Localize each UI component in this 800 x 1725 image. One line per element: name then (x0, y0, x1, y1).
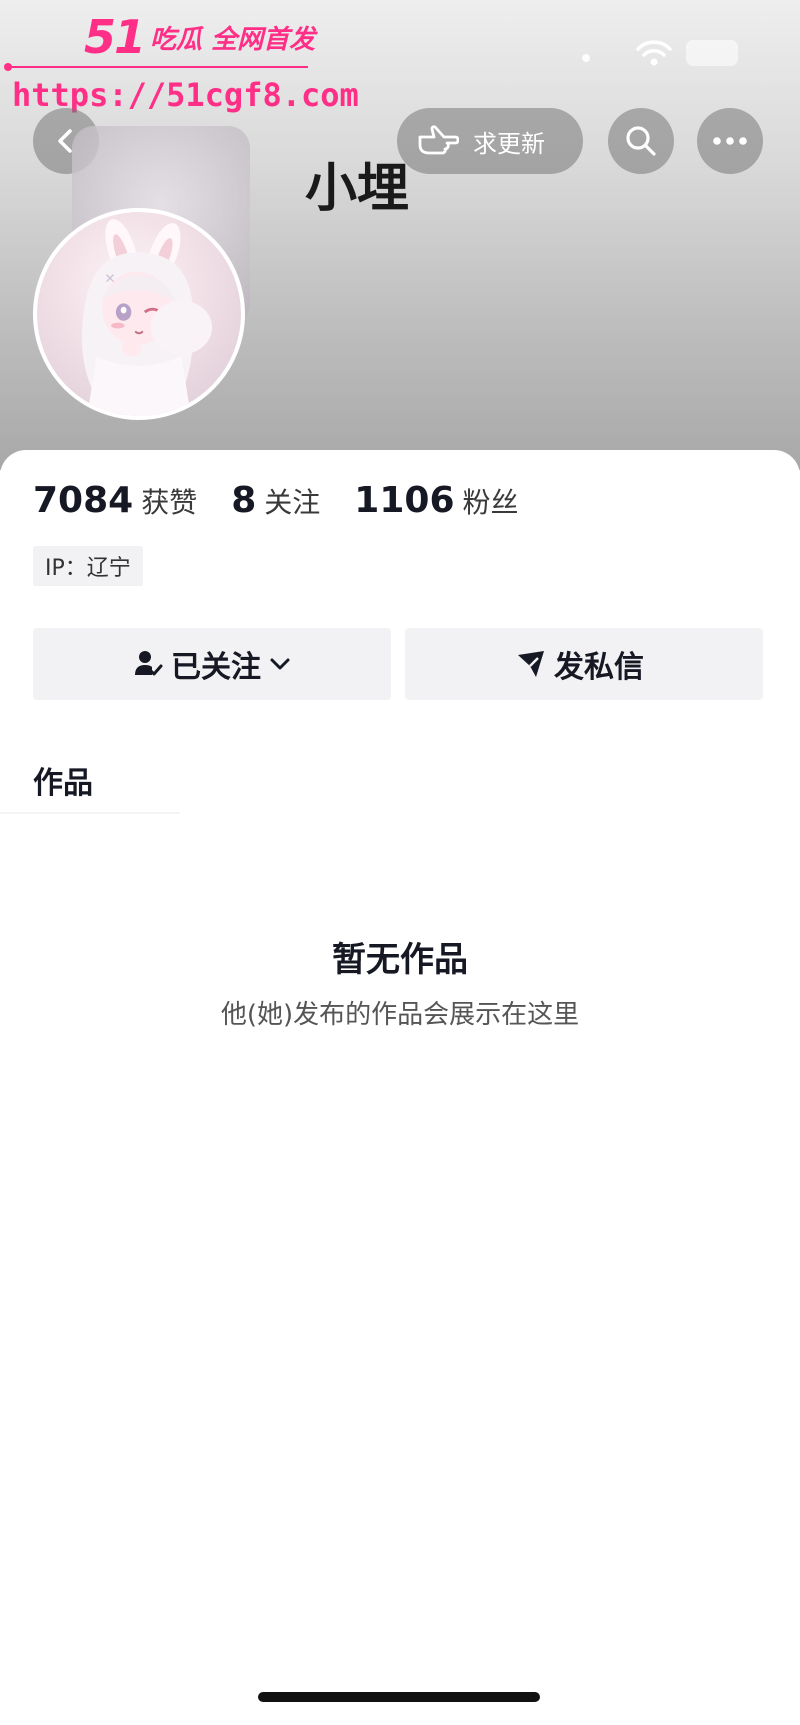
profile-header: 51 吃瓜 全网首发 https://51cgf8.com 83 求更新 小埋 … (0, 0, 800, 470)
avatar[interactable]: ✕ (33, 208, 245, 420)
following-button[interactable]: 已关注 (33, 628, 391, 700)
request-update-button[interactable]: 求更新 (397, 108, 583, 174)
stat-likes-value: 7084 (33, 480, 134, 521)
watermark-logo: 51 (84, 10, 146, 64)
stat-likes-label: 获赞 (141, 486, 198, 519)
send-icon (518, 651, 544, 677)
wifi-icon (636, 40, 672, 66)
watermark-divider (4, 63, 308, 71)
empty-state-description: 他(她)发布的作品会展示在这里 (220, 1000, 580, 1030)
request-update-label: 求更新 (473, 129, 545, 158)
stat-followers-label: 粉丝 (462, 486, 519, 519)
stats-row: 7084 获赞 8 关注 1106 粉丝 (33, 480, 553, 521)
search-button[interactable] (608, 108, 674, 174)
more-button[interactable] (697, 108, 763, 174)
stat-following[interactable]: 8 关注 (231, 480, 320, 521)
profile-content: 7084 获赞 8 关注 1106 粉丝 IP：辽宁 已关注 发私信 作品 暂无… (0, 450, 800, 1725)
stat-followers[interactable]: 1106 粉丝 (354, 480, 518, 521)
stat-following-value: 8 (231, 480, 257, 521)
profile-name: 小埋 (305, 159, 410, 219)
home-indicator[interactable] (258, 1692, 540, 1702)
svg-text:✕: ✕ (104, 271, 115, 287)
ip-location-tag: IP：辽宁 (33, 546, 143, 586)
status-dot (582, 54, 590, 62)
watermark-tagline: 吃瓜 全网首发 (150, 25, 316, 55)
tab-works[interactable]: 作品 (33, 758, 93, 802)
avatar-illustration: ✕ (81, 219, 213, 416)
more-icon (713, 137, 747, 145)
search-icon (626, 126, 656, 156)
stat-following-label: 关注 (264, 486, 321, 519)
user-check-icon (135, 651, 163, 676)
send-message-button[interactable]: 发私信 (405, 628, 763, 700)
tab-divider (0, 812, 180, 814)
hand-pointer-icon (418, 125, 459, 155)
battery-indicator: 83 (686, 40, 738, 66)
following-label: 已关注 (171, 650, 261, 685)
stat-likes[interactable]: 7084 获赞 (33, 480, 197, 521)
watermark: 51 吃瓜 全网首发 https://51cgf8.com (4, 10, 359, 114)
stat-followers-value: 1106 (354, 480, 455, 521)
send-message-label: 发私信 (554, 650, 644, 685)
empty-state-title: 暂无作品 (332, 940, 468, 980)
chevron-down-icon (270, 658, 290, 670)
